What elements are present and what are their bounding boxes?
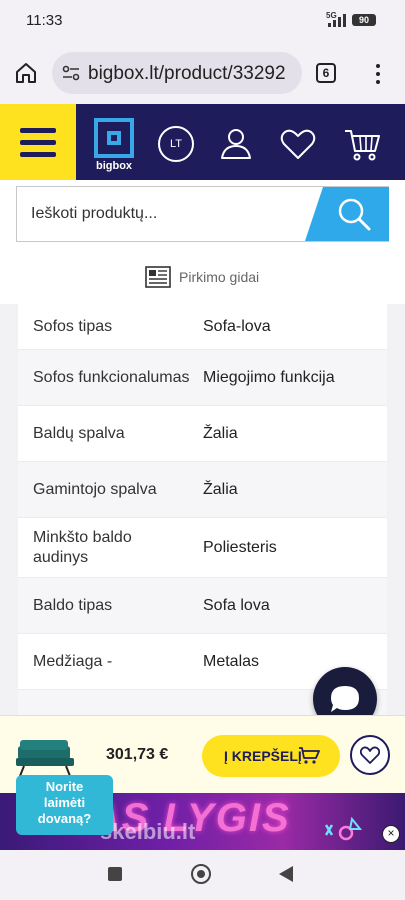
promo-line: laimėti: [43, 795, 86, 810]
spec-name: Medžiaga -: [33, 652, 113, 670]
spec-name: Sofos tipas: [33, 317, 113, 335]
spec-value: Žalia: [203, 480, 238, 498]
spec-row: Sofos tipas Sofa-lova: [18, 304, 387, 350]
close-ad-button[interactable]: ×: [382, 825, 400, 843]
recents-button[interactable]: [108, 867, 122, 881]
signal-icon: [343, 14, 346, 27]
specifications-table: Sofos tipas Sofa-lova Sofos funkcionalum…: [18, 304, 387, 715]
add-to-cart-label: Į KREPŠELĮ: [224, 748, 302, 764]
search-input[interactable]: [17, 187, 307, 241]
search-box: [16, 186, 389, 242]
search-area: Pirkimo gidai: [0, 180, 405, 304]
bigbox-logo[interactable]: bigbox: [94, 118, 134, 176]
spec-row: Baldo tipas Sofa lova: [18, 578, 387, 634]
spec-name: Baldų spalva: [33, 424, 125, 442]
game-controls-icon: [324, 816, 362, 841]
home-icon[interactable]: [14, 61, 38, 85]
promo-line: dovaną?: [37, 811, 92, 826]
signal-icon: [328, 23, 331, 27]
spec-row: Minkšto baldo audinys Poliesteris: [18, 518, 387, 578]
cart-icon: [299, 747, 320, 764]
product-price: 301,73 €: [106, 746, 169, 763]
cart-icon[interactable]: [342, 124, 382, 164]
product-thumbnail: [16, 740, 74, 777]
spec-name: Minkšto baldo audinys: [33, 528, 132, 566]
url-text: bigbox.lt/product/33292: [88, 63, 286, 84]
address-bar[interactable]: bigbox.lt/product/33292: [52, 52, 302, 94]
search-icon: [338, 198, 371, 231]
heart-icon: [360, 746, 380, 764]
spec-name: Gamintojo spalva: [33, 480, 157, 498]
specifications-section: Sofos tipas Sofa-lova Sofos funkcionalum…: [0, 304, 405, 715]
spec-name: Baldo tipas: [33, 596, 113, 614]
language-button[interactable]: LT: [158, 126, 194, 162]
network-type: 5G: [326, 11, 337, 20]
back-button[interactable]: [278, 865, 294, 883]
status-time: 11:33: [26, 12, 63, 29]
spec-row: Baldų spalva Žalia: [18, 406, 387, 462]
promo-line: Norite: [45, 779, 84, 794]
hamburger-menu-button[interactable]: [0, 104, 76, 180]
spec-value: Miegojimo funkcija: [203, 368, 335, 386]
tab-switcher-button[interactable]: 6: [316, 63, 336, 83]
signal-icon: [333, 20, 336, 27]
promo-badge[interactable]: Norite laimėti dovaną?: [16, 775, 113, 835]
spec-value: Sofa-lova: [203, 317, 271, 335]
browser-menu-icon[interactable]: [370, 62, 386, 86]
status-bar: 11:33 5G 90: [0, 0, 405, 40]
battery-icon: 90: [352, 14, 376, 26]
add-to-cart-button[interactable]: Į KREPŠELĮ: [202, 735, 340, 777]
buying-guides-label: Pirkimo gidai: [179, 269, 260, 285]
newspaper-icon: [145, 266, 171, 288]
spec-row: Gamintojo spalva Žalia: [18, 462, 387, 518]
logo-mark: [94, 118, 134, 158]
chat-bubble-icon: [331, 686, 359, 712]
system-nav-bar: [0, 850, 405, 900]
user-icon[interactable]: [216, 124, 256, 164]
site-header: bigbox LT: [0, 104, 405, 180]
logo-text: bigbox: [96, 160, 133, 172]
spec-name: Sofos funkcionalumas: [33, 368, 190, 386]
heart-icon[interactable]: [278, 124, 318, 164]
spec-value: Poliesteris: [203, 538, 277, 556]
spec-value: Sofa lova: [203, 596, 270, 614]
spec-value: Žalia: [203, 424, 238, 442]
home-button[interactable]: [191, 864, 211, 884]
signal-icon: [338, 17, 341, 27]
spec-row: Sofos funkcionalumas Miegojimo funkcija: [18, 350, 387, 406]
site-settings-icon[interactable]: [62, 65, 80, 81]
browser-toolbar: bigbox.lt/product/33292 6: [0, 40, 405, 104]
add-to-wishlist-button[interactable]: [350, 735, 390, 775]
ad-watermark: skelbiu.lt: [100, 819, 196, 844]
search-button[interactable]: [305, 187, 389, 241]
